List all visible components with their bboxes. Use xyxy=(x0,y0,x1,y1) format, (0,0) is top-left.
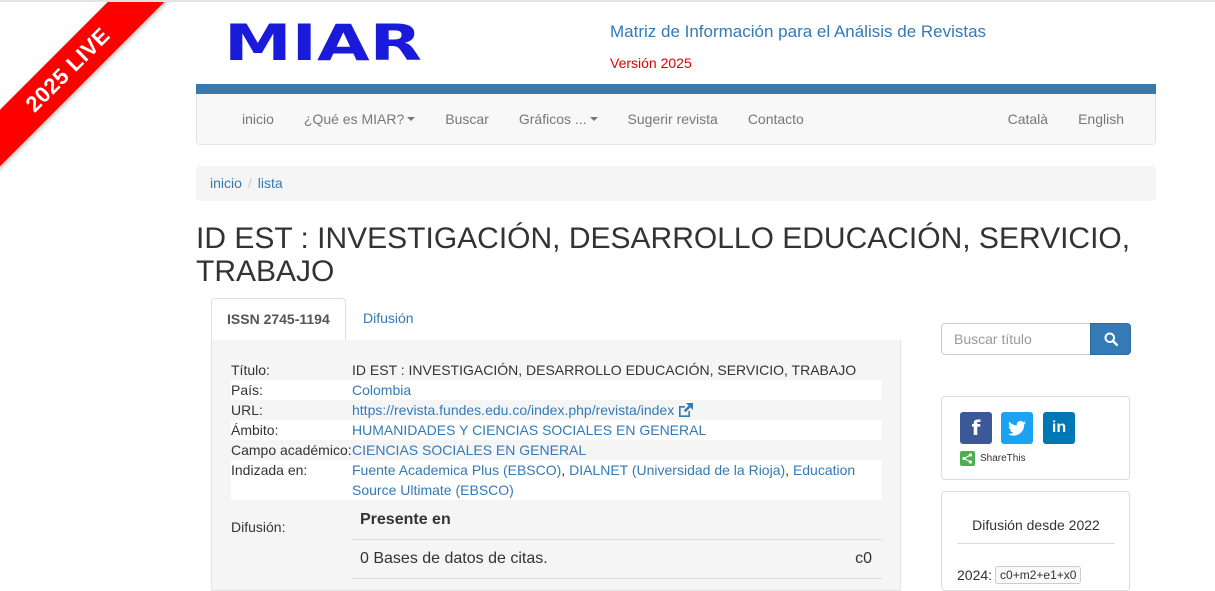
difusion-label: Difusión: xyxy=(231,519,286,535)
detail-row-campo: Campo académico: CIENCIAS SOCIALES EN GE… xyxy=(231,440,882,460)
breadcrumb-lista[interactable]: lista xyxy=(258,175,283,191)
detail-row-ambito: Ámbito: HUMANIDADES Y CIENCIAS SOCIALES … xyxy=(231,420,882,440)
nav-que-es-miar[interactable]: ¿Qué es MIAR? xyxy=(289,94,430,144)
facebook-icon: f xyxy=(971,416,981,440)
citas-row: 0 Bases de datos de citas. c0 xyxy=(352,540,882,579)
miar-logo-graphic: MIAR xyxy=(224,14,422,72)
detail-label: Ámbito: xyxy=(231,422,279,438)
detail-row-pais: País: Colombia xyxy=(231,380,882,400)
link-pais[interactable]: Colombia xyxy=(352,382,411,398)
breadcrumb-inicio[interactable]: inicio xyxy=(210,175,242,191)
logo-text: MIAR xyxy=(224,20,422,64)
breadcrumb-separator: / xyxy=(247,175,252,191)
version-label: Versión 2025 xyxy=(610,55,692,71)
link-campo[interactable]: CIENCIAS SOCIALES EN GENERAL xyxy=(352,442,586,458)
nav-lang-english[interactable]: English xyxy=(1063,94,1139,144)
difusion-box: Difusión desde 2022 2024: c0+m2+e1+x0 xyxy=(941,491,1130,591)
caret-down-icon xyxy=(589,117,598,121)
share-box: f in ShareThis xyxy=(941,396,1130,480)
search-button[interactable] xyxy=(1090,323,1131,355)
nav-right-group: Català English xyxy=(993,94,1139,144)
detail-row-indizada: Indizada en: Fuente Academica Plus (EBSC… xyxy=(231,460,882,500)
live-ribbon-label: 2025 LIVE xyxy=(0,2,170,172)
search-title-input[interactable] xyxy=(941,323,1091,355)
presente-en-header: Presente en xyxy=(352,501,882,540)
nav-graficos[interactable]: Gráficos ... xyxy=(504,94,613,144)
external-link-icon xyxy=(679,403,694,417)
search-icon xyxy=(1104,332,1118,346)
citas-value: c0 xyxy=(855,550,872,567)
nav-buscar[interactable]: Buscar xyxy=(430,94,504,144)
page-title: ID EST : INVESTIGACIÓN, DESARROLLO EDUCA… xyxy=(196,222,1131,288)
detail-row-titulo: Título: ID EST : INVESTIGACIÓN, DESARROL… xyxy=(231,360,882,380)
link-journal-url[interactable]: https://revista.fundes.edu.co/index.php/… xyxy=(352,402,694,418)
nav-sugerir-revista[interactable]: Sugerir revista xyxy=(613,94,733,144)
main-navbar: inicio ¿Qué es MIAR? Buscar Gráficos ...… xyxy=(196,94,1156,145)
tab-issn[interactable]: ISSN 2745-1194 xyxy=(211,298,346,341)
breadcrumb: inicio / lista xyxy=(196,166,1156,201)
nav-contacto[interactable]: Contacto xyxy=(733,94,819,144)
detail-value-titulo: ID EST : INVESTIGACIÓN, DESARROLLO EDUCA… xyxy=(352,362,857,378)
twitter-icon xyxy=(1008,420,1026,436)
sharethis-button[interactable]: ShareThis xyxy=(960,451,1026,466)
linkedin-icon: in xyxy=(1051,419,1067,436)
journal-details-panel: Título: ID EST : INVESTIGACIÓN, DESARROL… xyxy=(211,340,901,591)
twitter-share-button[interactable] xyxy=(1001,412,1033,444)
corner-ribbon: 2025 LIVE xyxy=(0,2,170,172)
difusion-box-title: Difusión desde 2022 xyxy=(957,517,1115,544)
detail-label: Campo académico: xyxy=(231,442,352,458)
year-formula: c0+m2+e1+x0 xyxy=(995,566,1082,584)
detail-label: URL: xyxy=(231,402,263,418)
detail-row-url: URL: https://revista.fundes.edu.co/index… xyxy=(231,400,882,420)
sharethis-label: ShareThis xyxy=(980,453,1026,464)
link-ambito[interactable]: HUMANIDADES Y CIENCIAS SOCIALES EN GENER… xyxy=(352,422,706,438)
header-accent-bar xyxy=(196,84,1156,94)
nav-inicio[interactable]: inicio xyxy=(227,94,289,144)
tab-difusion[interactable]: Difusión xyxy=(348,298,429,339)
nav-left-group: inicio ¿Qué es MIAR? Buscar Gráficos ...… xyxy=(227,94,819,144)
sharethis-icon xyxy=(960,451,975,466)
site-title: Matriz de Información para el Análisis d… xyxy=(610,22,987,41)
facebook-share-button[interactable]: f xyxy=(960,412,992,444)
linkedin-share-button[interactable]: in xyxy=(1043,412,1075,444)
detail-label: País: xyxy=(231,382,263,398)
caret-down-icon xyxy=(407,117,416,121)
difusion-year-row: 2024: c0+m2+e1+x0 xyxy=(957,566,1082,584)
tab-bar: ISSN 2745-1194 Difusión xyxy=(211,298,901,341)
nav-lang-catala[interactable]: Català xyxy=(993,94,1063,144)
miar-logo[interactable]: MIAR xyxy=(224,14,424,72)
detail-label: Título: xyxy=(231,362,270,378)
link-index-dialnet[interactable]: DIALNET (Universidad de la Rioja) xyxy=(569,462,785,478)
citas-text: 0 Bases de datos de citas. xyxy=(360,550,548,567)
link-index-fuente-academica[interactable]: Fuente Academica Plus (EBSCO) xyxy=(352,462,561,478)
year-label: 2024: xyxy=(957,567,993,583)
detail-label: Indizada en: xyxy=(231,462,308,478)
